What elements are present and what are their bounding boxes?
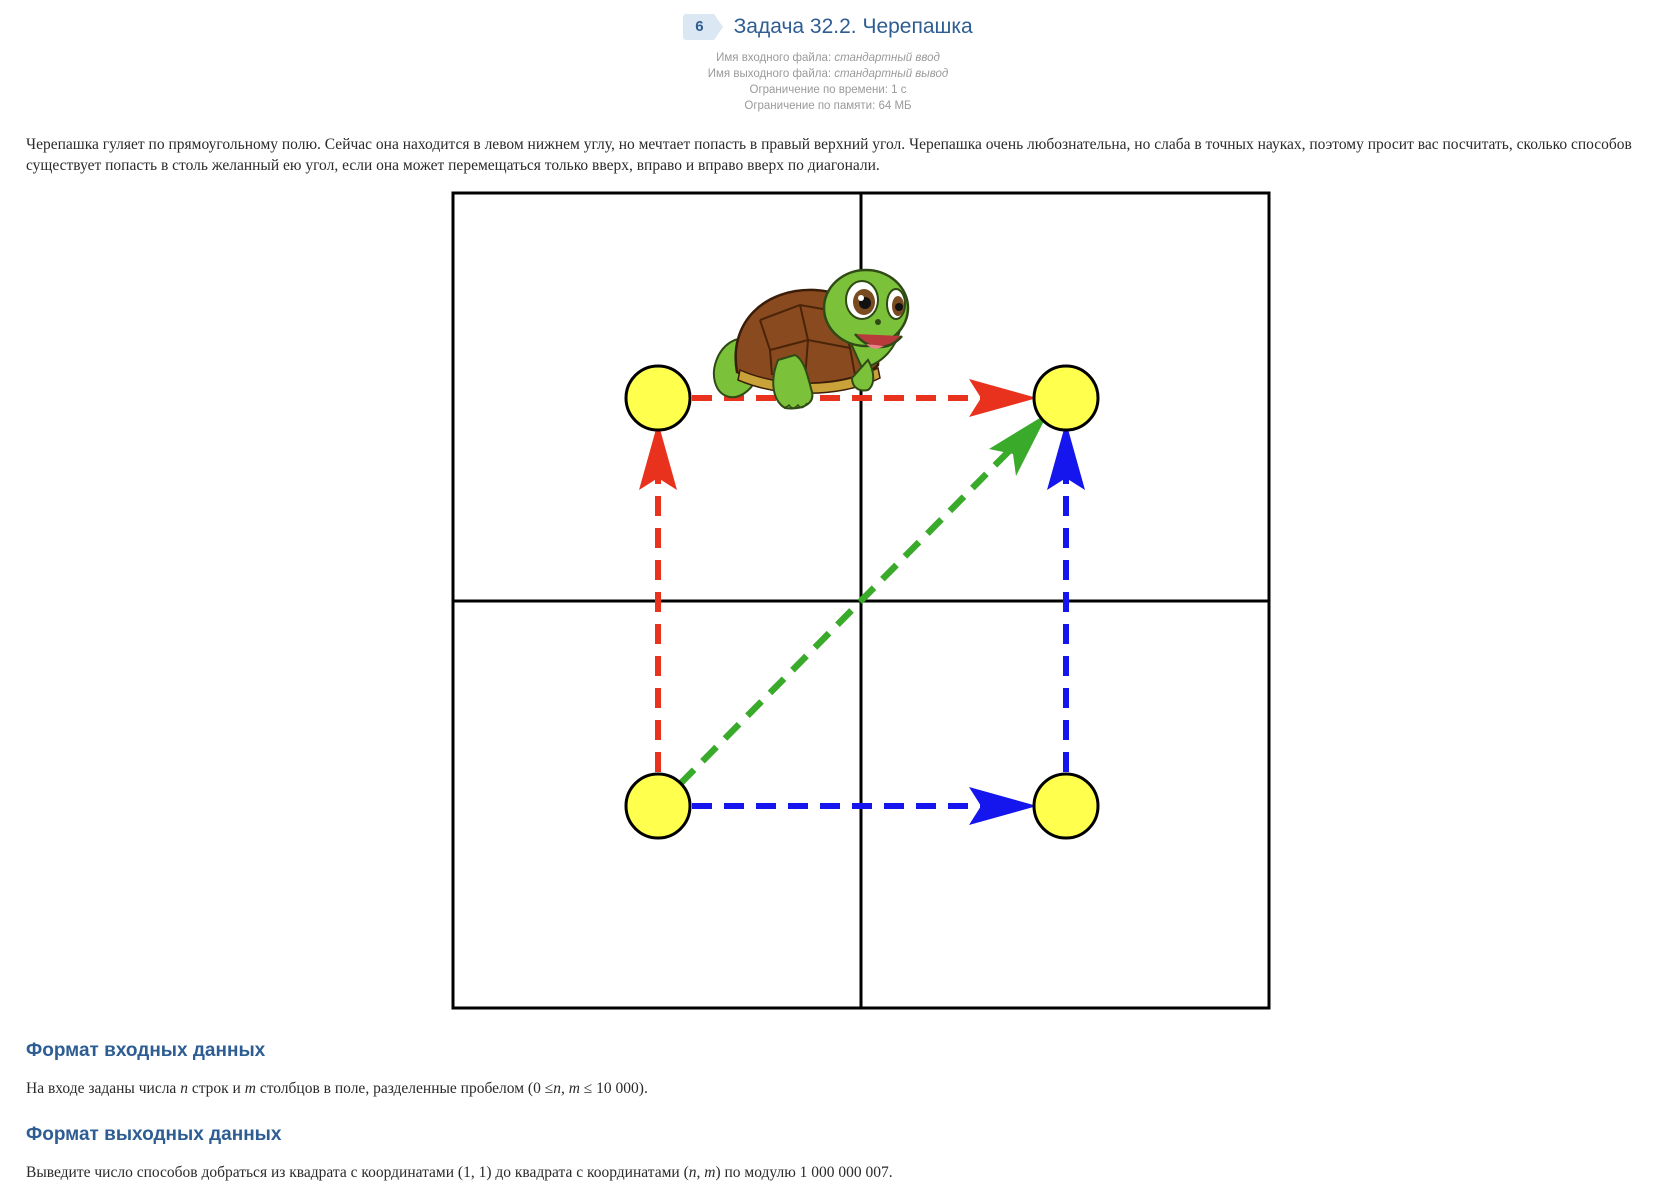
input-format-text: На входе заданы числа n строк и m столбц… <box>26 1080 648 1098</box>
output-dot: . <box>888 1164 893 1181</box>
output-modulus: 1 000 000 007 <box>799 1164 889 1181</box>
green-diagonal-segment <box>677 445 1015 787</box>
output-text-3: по модулю <box>724 1164 796 1181</box>
node-top-left <box>624 364 692 432</box>
input-text-3: столбцов в поле, разделенные пробелом <box>259 1080 525 1097</box>
red-right-arrowhead <box>969 379 1037 417</box>
output-text-2: до квадрата с координатами <box>495 1164 680 1181</box>
node-bottom-right <box>1032 772 1100 840</box>
output-format-text: Выведите число способов добраться из ква… <box>26 1164 893 1182</box>
blue-right-arrowhead <box>969 787 1037 825</box>
input-constraint-close: ≤ 10 000). <box>583 1080 648 1097</box>
input-format-heading: Формат входных данных <box>26 1040 266 1061</box>
input-text-2: строк и <box>191 1080 241 1097</box>
output-start: (1, 1) <box>457 1164 492 1181</box>
green-path <box>677 413 1048 787</box>
input-constraint-open: (0 ≤ <box>527 1080 554 1097</box>
red-path <box>639 379 1037 772</box>
node-bottom-left <box>624 772 692 840</box>
output-text-1: Выведите число способов добраться из ква… <box>26 1164 455 1181</box>
output-format-heading: Формат выходных данных <box>26 1124 282 1145</box>
blue-path <box>692 422 1085 825</box>
input-text-1: На входе заданы числа <box>26 1080 177 1097</box>
input-constraint-vars: n, m <box>553 1080 580 1097</box>
turtle-paths-figure <box>451 191 1271 1010</box>
turtle-illustration <box>712 268 910 410</box>
output-end-vars: n, m <box>688 1164 716 1181</box>
node-top-right <box>1032 364 1100 432</box>
input-var-n: n <box>180 1080 188 1097</box>
input-var-m: m <box>244 1080 256 1097</box>
output-end-close: ) <box>715 1164 721 1181</box>
